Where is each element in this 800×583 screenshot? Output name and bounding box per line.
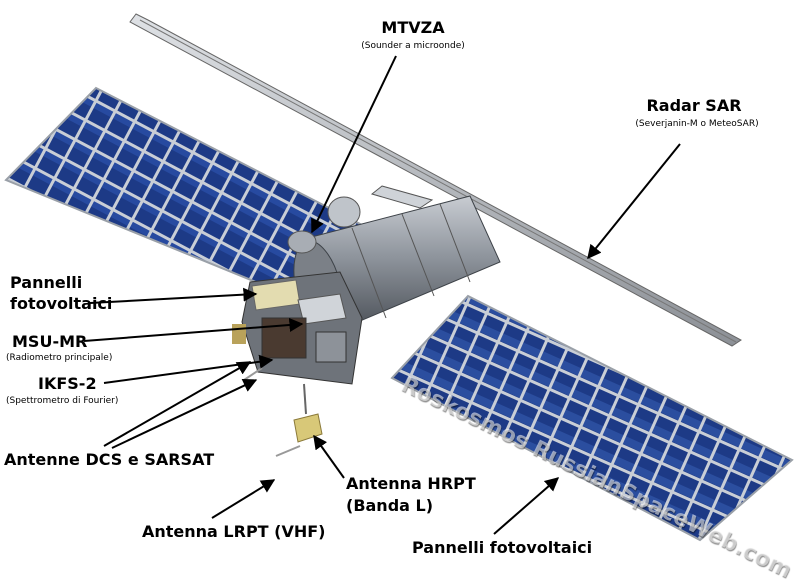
pannelli-left-label-2: fotovoltaici	[10, 294, 113, 313]
pannelli-right-label: Pannelli fotovoltaici	[412, 538, 593, 557]
msu-mr-sublabel: (Radiometro principale)	[6, 353, 113, 363]
antenna-hrpt-label-2: (Banda L)	[346, 496, 434, 515]
antenna-lrpt-label: Antenna LRPT (VHF)	[142, 522, 326, 541]
antenna-hrpt-label-1: Antenna HRPT	[346, 474, 476, 493]
ikfs2-label: IKFS-2	[38, 374, 97, 393]
arrow-antenna-lrpt	[211, 479, 276, 519]
ikfs2-sublabel: (Spettrometro di Fourier)	[6, 396, 119, 406]
arrow-pannelli-left	[89, 287, 258, 304]
arrow-antenne-dcs-2	[111, 379, 258, 449]
radar-sar-sublabel: (Severjanin-M o MeteoSAR)	[635, 119, 759, 129]
arrow-radar-sar	[587, 143, 681, 260]
arrow-antenna-hrpt	[313, 434, 345, 479]
pannelli-left-label-1: Pannelli	[10, 273, 83, 292]
mtvza-sublabel: (Sounder a microonde)	[361, 41, 465, 51]
antenne-dcs-label: Antenne DCS e SARSAT	[4, 450, 215, 469]
msu-mr-label: MSU-MR	[12, 332, 88, 351]
diagram-stage: Roskosmos RussianSpaceWeb.com MTVZA (Sou…	[0, 0, 800, 583]
radar-sar-label: Radar SAR	[646, 96, 742, 115]
arrow-pannelli-right	[493, 477, 560, 535]
mtvza-label: MTVZA	[381, 18, 445, 37]
arrow-antenne-dcs-1	[103, 361, 252, 447]
